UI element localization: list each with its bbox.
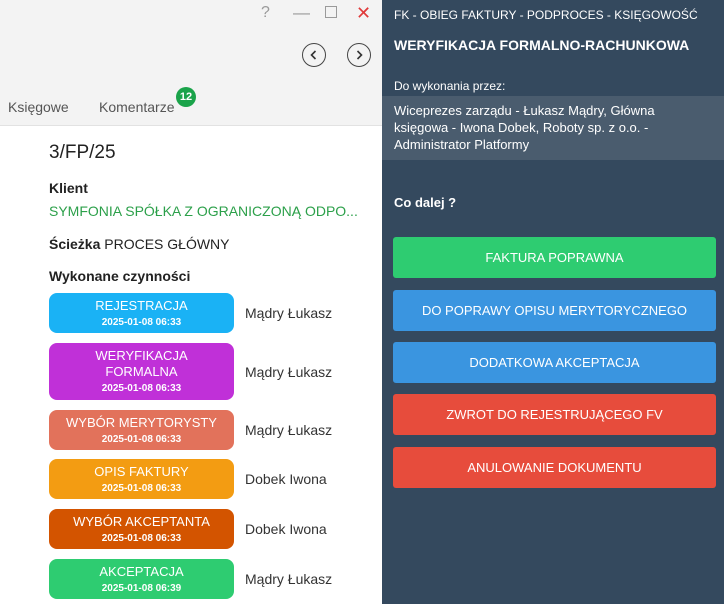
comments-count-badge: 12 [176, 87, 196, 107]
step-wybor-akceptanta: WYBÓR AKCEPTANTA 2025-01-08 06:33 [49, 509, 234, 549]
document-panel: ? — ✕ Księgowe Komentarze 12 3/FP/25 Kli… [0, 0, 382, 604]
do-poprawy-opisu-button[interactable]: DO POPRAWY OPISU MERYTORYCZNEGO [393, 290, 716, 331]
step-name: WYBÓR MERYTORYSTY [66, 415, 217, 430]
minimize-icon[interactable]: — [293, 4, 310, 22]
chevron-left-icon [310, 50, 317, 60]
maximize-icon[interactable] [325, 6, 337, 18]
step-name: REJESTRACJA [95, 298, 188, 313]
step-date: 2025-01-08 06:33 [101, 383, 182, 394]
panel-header: ? — ✕ Księgowe Komentarze 12 [0, 0, 382, 126]
dodatkowa-akceptacja-button[interactable]: DODATKOWA AKCEPTACJA [393, 342, 716, 383]
step-person: Mądry Łukasz [245, 305, 333, 321]
path-value: PROCES GŁÓWNY [100, 236, 230, 252]
client-name[interactable]: SYMFONIA SPÓŁKA Z OGRANICZONĄ ODPO... [49, 203, 358, 219]
step-name: AKCEPTACJA [99, 564, 184, 579]
completed-actions-label: Wykonane czynności [49, 268, 191, 284]
assignee-list: Wiceprezes zarządu - Łukasz Mądry, Główn… [382, 96, 724, 160]
step-akceptacja: AKCEPTACJA 2025-01-08 06:39 [49, 559, 234, 599]
path-label: Ścieżka [49, 236, 101, 252]
task-title: WERYFIKACJA FORMALNO-RACHUNKOWA [394, 37, 690, 53]
anulowanie-dokumentu-button[interactable]: ANULOWANIE DOKUMENTU [393, 447, 716, 488]
chevron-right-icon [356, 50, 363, 60]
tab-ksiegowe[interactable]: Księgowe [8, 99, 69, 115]
task-panel: FK - OBIEG FAKTURY - PODPROCES - KSIĘGOW… [382, 0, 724, 604]
step-opis-faktury: OPIS FAKTURY 2025-01-08 06:33 [49, 459, 234, 499]
step-date: 2025-01-08 06:33 [101, 533, 182, 544]
step-name: WERYFIKACJA FORMALNA [95, 348, 188, 379]
document-number: 3/FP/25 [49, 142, 116, 163]
next-button[interactable] [347, 43, 371, 67]
client-label: Klient [49, 180, 88, 196]
step-wybor-merytorysty: WYBÓR MERYTORYSTY 2025-01-08 06:33 [49, 410, 234, 450]
zwrot-do-rejestrujacego-button[interactable]: ZWROT DO REJESTRUJĄCEGO FV [393, 394, 716, 435]
step-person: Mądry Łukasz [245, 571, 333, 587]
assignee-label: Do wykonania przez: [394, 79, 506, 93]
previous-button[interactable] [302, 43, 326, 67]
step-date: 2025-01-08 06:33 [101, 317, 182, 328]
step-name: OPIS FAKTURY [94, 464, 189, 479]
step-name: WYBÓR AKCEPTANTA [73, 514, 210, 529]
step-person: Mądry Łukasz [245, 422, 333, 438]
close-icon[interactable]: ✕ [356, 4, 371, 22]
step-rejestracja: REJESTRACJA 2025-01-08 06:33 [49, 293, 234, 333]
step-date: 2025-01-08 06:39 [101, 583, 182, 594]
help-icon[interactable]: ? [261, 4, 270, 22]
step-person: Dobek Iwona [245, 471, 327, 487]
step-date: 2025-01-08 06:33 [101, 483, 182, 494]
step-person: Dobek Iwona [245, 521, 327, 537]
step-person: Mądry Łukasz [245, 364, 333, 380]
step-weryfikacja-formalna: WERYFIKACJA FORMALNA 2025-01-08 06:33 [49, 343, 234, 400]
faktura-poprawna-button[interactable]: FAKTURA POPRAWNA [393, 237, 716, 278]
tab-komentarze[interactable]: Komentarze [99, 99, 174, 115]
path-line: Ścieżka PROCES GŁÓWNY [49, 236, 230, 252]
next-step-label: Co dalej ? [394, 195, 457, 210]
step-date: 2025-01-08 06:33 [101, 434, 182, 445]
process-path: FK - OBIEG FAKTURY - PODPROCES - KSIĘGOW… [394, 8, 698, 22]
